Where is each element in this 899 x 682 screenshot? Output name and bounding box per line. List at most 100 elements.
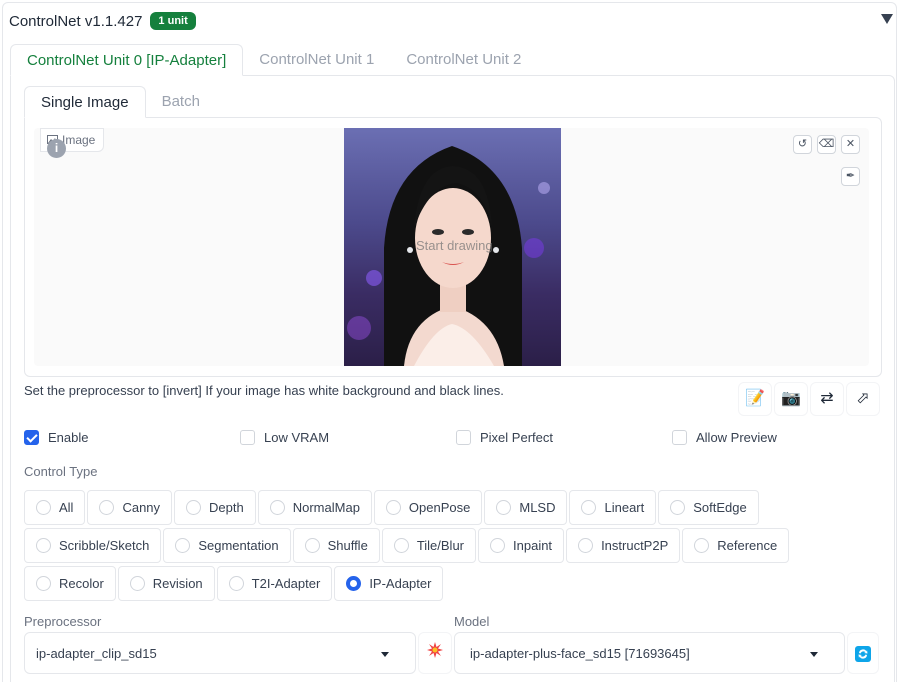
refresh-icon xyxy=(855,646,871,663)
radio-label: T2I-Adapter xyxy=(251,576,321,591)
allow-preview-check-box[interactable] xyxy=(672,430,687,445)
radio-label: Recolor xyxy=(59,576,104,591)
undo-icon[interactable]: ↺ xyxy=(793,135,812,154)
tab-batch[interactable]: Batch xyxy=(146,86,216,118)
canvas-watermark: Start drawing xyxy=(416,238,493,253)
radio-openpose[interactable]: OpenPose xyxy=(373,490,483,525)
radio-ip-adapter[interactable]: IP-Adapter xyxy=(334,566,444,601)
radio-label: Shuffle xyxy=(327,538,368,553)
radio-label: OpenPose xyxy=(408,500,471,515)
unit-tab-bar: ControlNet Unit 0 [IP-Adapter] ControlNe… xyxy=(10,44,537,76)
control-type-row-2: Scribble/Sketch Segmentation Shuffle Til… xyxy=(24,528,791,563)
radio-circle[interactable] xyxy=(694,538,710,553)
radio-circle[interactable] xyxy=(99,500,115,515)
brush-icon[interactable]: ✒ xyxy=(841,167,860,186)
radio-t2i-adapter[interactable]: T2I-Adapter xyxy=(216,566,333,601)
tab-unit-1[interactable]: ControlNet Unit 1 xyxy=(243,44,390,76)
radio-lineart[interactable]: Lineart xyxy=(569,490,657,525)
radio-tile-blur[interactable]: Tile/Blur xyxy=(381,528,477,563)
preprocessor-label: Preprocessor xyxy=(24,614,102,629)
collapse-triangle-icon[interactable] xyxy=(881,14,893,24)
radio-label: SoftEdge xyxy=(693,500,747,515)
enable-check-box[interactable] xyxy=(24,430,39,445)
low-vram-check-box[interactable] xyxy=(240,430,255,445)
radio-circle[interactable] xyxy=(496,500,512,515)
close-icon[interactable]: ✕ xyxy=(841,135,860,154)
send-icon[interactable]: ⬀ xyxy=(846,382,880,416)
camera-icon[interactable]: 📷 xyxy=(774,382,808,416)
preprocessor-dropdown[interactable]: ip-adapter_clip_sd15 xyxy=(24,632,416,674)
radio-all[interactable]: All xyxy=(24,490,86,525)
control-type-row-1: All Canny Depth NormalMap OpenPose MLSD … xyxy=(24,490,761,525)
radio-depth[interactable]: Depth xyxy=(174,490,256,525)
uploaded-portrait-image[interactable]: Start drawing xyxy=(344,128,561,366)
radio-circle[interactable] xyxy=(670,500,686,515)
low-vram-checkbox[interactable]: Low VRAM xyxy=(240,430,329,445)
radio-circle[interactable] xyxy=(228,576,244,591)
unit-count-badge: 1 unit xyxy=(150,12,196,30)
radio-label: Inpaint xyxy=(513,538,553,553)
edit-icon[interactable]: 📝 xyxy=(738,382,772,416)
allow-preview-checkbox[interactable]: Allow Preview xyxy=(672,430,777,445)
explosion-icon xyxy=(427,642,443,658)
chevron-down-icon xyxy=(381,652,389,657)
radio-label: Scribble/Sketch xyxy=(59,538,150,553)
radio-shuffle[interactable]: Shuffle xyxy=(292,528,380,563)
radio-label: Reference xyxy=(717,538,778,553)
radio-circle[interactable] xyxy=(175,538,191,553)
radio-inpaint[interactable]: Inpaint xyxy=(478,528,565,563)
swap-icon[interactable]: ⇄ xyxy=(810,382,844,416)
radio-circle[interactable] xyxy=(129,576,145,591)
radio-circle[interactable] xyxy=(490,538,506,553)
radio-normalmap[interactable]: NormalMap xyxy=(257,490,372,525)
radio-recolor[interactable]: Recolor xyxy=(24,566,116,601)
radio-label: Canny xyxy=(122,500,161,515)
enable-label: Enable xyxy=(48,430,89,445)
radio-circle-selected[interactable] xyxy=(346,576,362,591)
info-icon[interactable]: i xyxy=(47,139,66,158)
radio-softedge[interactable]: SoftEdge xyxy=(658,490,759,525)
radio-segmentation[interactable]: Segmentation xyxy=(163,528,291,563)
radio-label: Depth xyxy=(209,500,244,515)
radio-label: MLSD xyxy=(519,500,556,515)
enable-checkbox[interactable]: Enable xyxy=(24,430,88,445)
radio-reference[interactable]: Reference xyxy=(682,528,790,563)
refresh-models-button[interactable] xyxy=(847,632,879,674)
radio-circle[interactable] xyxy=(186,500,202,515)
allow-preview-label: Allow Preview xyxy=(696,430,777,445)
eraser-icon[interactable]: ⌫ xyxy=(817,135,836,154)
radio-label: IP-Adapter xyxy=(369,576,432,591)
pixel-perfect-check-box[interactable] xyxy=(456,430,471,445)
pixel-perfect-checkbox[interactable]: Pixel Perfect xyxy=(456,430,553,445)
radio-circle[interactable] xyxy=(36,576,51,591)
model-dropdown[interactable]: ip-adapter-plus-face_sd15 [71693645] xyxy=(454,632,845,674)
tab-unit-0[interactable]: ControlNet Unit 0 [IP-Adapter] xyxy=(10,44,244,76)
radio-circle[interactable] xyxy=(269,500,285,515)
radio-label: Lineart xyxy=(604,500,645,515)
accordion-title: ControlNet v1.1.427 xyxy=(9,12,143,30)
radio-label: NormalMap xyxy=(292,500,360,515)
control-type-row-3: Recolor Revision T2I-Adapter IP-Adapter xyxy=(24,566,445,601)
run-preprocessor-button[interactable] xyxy=(418,632,452,674)
radio-instructp2p[interactable]: InstructP2P xyxy=(566,528,681,563)
preprocessor-hint: Set the preprocessor to [invert] If your… xyxy=(24,383,504,398)
pixel-perfect-label: Pixel Perfect xyxy=(480,430,553,445)
radio-circle[interactable] xyxy=(393,538,409,553)
radio-revision[interactable]: Revision xyxy=(117,566,215,601)
accordion-header[interactable]: ControlNet v1.1.427 1 unit xyxy=(9,12,196,30)
radio-scribble-sketch[interactable]: Scribble/Sketch xyxy=(24,528,162,563)
radio-circle[interactable] xyxy=(36,538,51,553)
radio-label: Revision xyxy=(152,576,203,591)
radio-circle[interactable] xyxy=(304,538,320,553)
radio-canny[interactable]: Canny xyxy=(87,490,173,525)
radio-label: Segmentation xyxy=(198,538,279,553)
radio-circle[interactable] xyxy=(581,500,597,515)
preprocessor-value: ip-adapter_clip_sd15 xyxy=(36,645,157,661)
image-tab-bar: Single Image Batch xyxy=(24,86,216,118)
radio-circle[interactable] xyxy=(578,538,594,553)
tab-single-image[interactable]: Single Image xyxy=(24,86,146,118)
radio-circle[interactable] xyxy=(385,500,401,515)
radio-mlsd[interactable]: MLSD xyxy=(484,490,568,525)
tab-unit-2[interactable]: ControlNet Unit 2 xyxy=(390,44,537,76)
radio-circle[interactable] xyxy=(36,500,51,515)
